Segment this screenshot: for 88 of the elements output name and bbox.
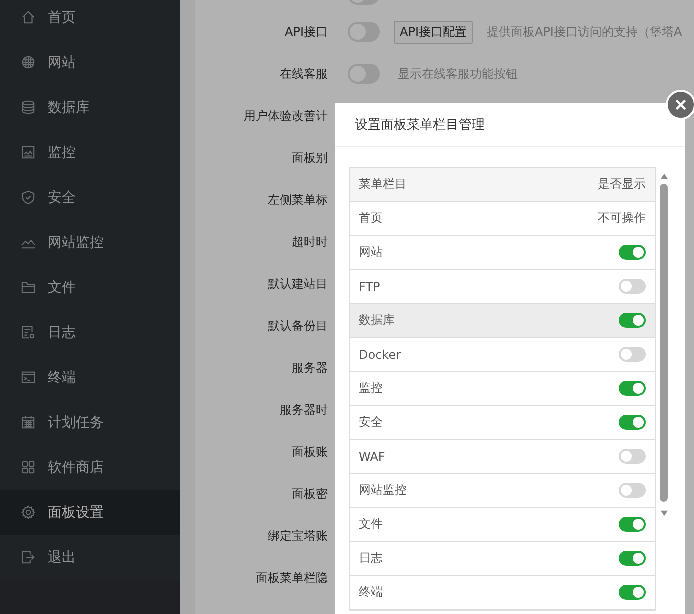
toggle-switch[interactable] <box>348 64 380 84</box>
toggle-switch[interactable] <box>619 415 646 430</box>
menu-name-cell: 网站 <box>359 244 383 261</box>
menu-name-cell: 监控 <box>359 380 383 397</box>
sidebar-item[interactable]: 安全 <box>0 175 180 220</box>
setting-label: 默认备份目 <box>268 318 328 332</box>
sidebar-item[interactable]: 退出 <box>0 535 180 580</box>
toggle-switch[interactable] <box>619 517 646 532</box>
setting-label: 在线客服 <box>280 66 328 80</box>
menu-name-cell: WAF <box>359 450 386 464</box>
sidebar-item[interactable]: 终端 <box>0 355 180 400</box>
sidebar-label: 面板设置 <box>48 504 104 522</box>
sidebar-item[interactable]: 网站 <box>0 40 180 85</box>
toggle-switch[interactable] <box>619 279 646 294</box>
toggle-switch[interactable] <box>619 381 646 396</box>
globe-icon <box>21 55 36 70</box>
setting-label: 绑定宝塔账 <box>268 528 328 542</box>
sidebar-item[interactable]: 文件 <box>0 265 180 310</box>
sidebar-label: 首页 <box>48 8 76 26</box>
exit-icon <box>21 550 36 565</box>
calendar-icon <box>21 415 36 430</box>
scrollbar-thumb[interactable] <box>660 184 668 502</box>
sidebar-label: 安全 <box>48 188 76 206</box>
monitor-icon <box>21 145 36 160</box>
column-header: 菜单栏目 <box>359 176 407 193</box>
dialog-title: 设置面板菜单栏目管理 <box>355 116 485 134</box>
toggle-switch[interactable] <box>619 245 646 260</box>
sidebar-item[interactable]: 软件商店 <box>0 445 180 490</box>
menu-name-cell: 日志 <box>359 550 383 567</box>
menu-name-cell: 数据库 <box>359 312 395 329</box>
menu-name-cell: 文件 <box>359 516 383 533</box>
setting-description: 提供面板API接口访问的支持（堡塔A <box>486 24 682 40</box>
setting-label: 左侧菜单标 <box>268 192 328 206</box>
gear-icon <box>21 505 36 520</box>
sidebar-item[interactable]: 数据库 <box>0 85 180 130</box>
menu-name-cell: 安全 <box>359 414 383 431</box>
shield-icon <box>21 190 36 205</box>
toggle-switch[interactable] <box>619 551 646 566</box>
status-cell: 不可操作 <box>598 210 646 227</box>
setting-label: 面板别 <box>292 150 328 164</box>
sidebar-item[interactable]: 面板设置 <box>0 490 180 535</box>
menu-name-cell: 终端 <box>359 584 383 601</box>
toggle-switch[interactable] <box>619 449 646 464</box>
scroll-up-icon[interactable] <box>660 173 668 180</box>
sidebar-item[interactable]: 日志 <box>0 310 180 355</box>
sidebar-label: 终端 <box>48 368 76 386</box>
menu-name-cell: Docker <box>359 348 402 362</box>
terminal-icon <box>21 370 36 385</box>
sidebar-label: 数据库 <box>48 98 90 116</box>
setting-label: 服务器 <box>292 360 328 374</box>
setting-label: 面板密 <box>292 486 328 500</box>
toggle-switch[interactable] <box>619 347 646 362</box>
sidebar-label: 日志 <box>48 324 76 342</box>
sidebar-label: 监控 <box>48 144 76 162</box>
sidebar-label: 退出 <box>48 548 76 566</box>
setting-label: 面板账 <box>292 444 328 458</box>
log-icon <box>21 325 36 340</box>
scroll-down-icon[interactable] <box>660 510 668 517</box>
toggle-switch[interactable] <box>619 483 646 498</box>
sidebar-label: 软件商店 <box>48 458 104 476</box>
toggle-switch[interactable] <box>619 313 646 328</box>
setting-description: 显示在线客服功能按钮 <box>398 66 518 82</box>
sidebar-item[interactable]: 计划任务 <box>0 400 180 445</box>
setting-label: 默认建站目 <box>268 276 328 290</box>
sidebar-label: 网站 <box>48 54 76 72</box>
toggle-switch[interactable] <box>348 22 380 42</box>
toggle-switch[interactable] <box>619 585 646 600</box>
sidebar-label: 文件 <box>48 278 76 296</box>
setting-label: 服务器时 <box>280 402 328 416</box>
menu-name-cell: FTP <box>359 280 380 294</box>
column-header: 是否显示 <box>598 176 646 193</box>
api-config-button[interactable]: API接口配置 <box>394 20 473 44</box>
sidebar-label: 网站监控 <box>48 234 104 252</box>
setting-label: 用户体验改善计 <box>244 108 328 122</box>
sidebar-label: 计划任务 <box>48 414 104 432</box>
home-icon <box>21 10 36 25</box>
setting-label: 超时时 <box>292 234 328 248</box>
sidebar-item[interactable]: 首页 <box>0 0 180 40</box>
setting-label: 面板菜单栏隐 <box>256 570 328 584</box>
database-icon <box>21 100 36 115</box>
sidebar-item[interactable]: 网站监控 <box>0 220 180 265</box>
sidebar-item[interactable]: 监控 <box>0 130 180 175</box>
menu-name-cell: 首页 <box>359 210 383 227</box>
setting-label: API接口 <box>285 24 328 38</box>
menu-name-cell: 网站监控 <box>359 482 407 499</box>
close-icon <box>674 98 688 112</box>
folder-icon <box>21 280 36 295</box>
grid-icon <box>21 460 36 475</box>
